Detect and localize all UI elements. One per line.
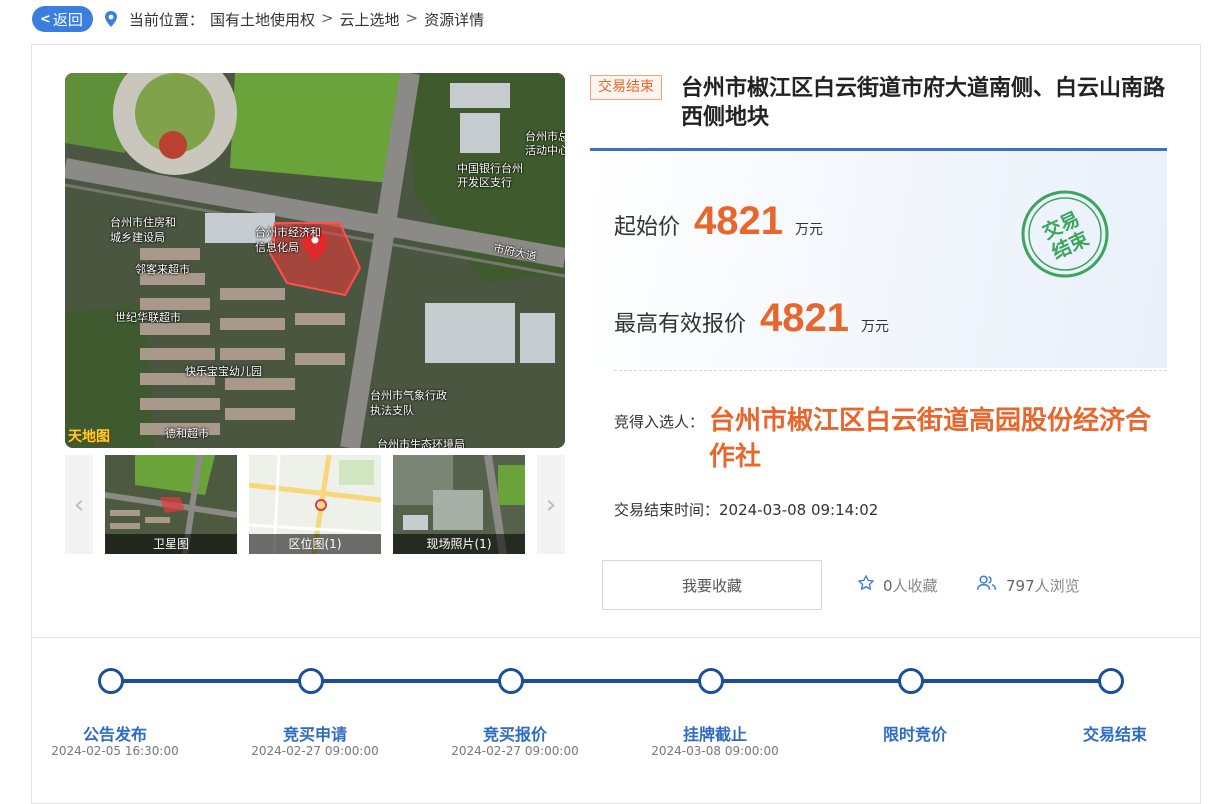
timeline-node <box>298 668 324 694</box>
favorites-stat: 0人收藏 <box>857 574 938 596</box>
winner-label: 竞得入选人： <box>614 413 705 431</box>
winner-name: 台州市椒江区白云街道高园股份经济合作社 <box>709 406 1152 472</box>
breadcrumb-item-cloud-site[interactable]: 云上选地 <box>340 9 400 30</box>
back-button[interactable]: < 返回 <box>32 6 93 32</box>
timeline-step-date: 2024-02-05 16:30:00 <box>51 744 179 758</box>
chevron-left-icon: ‹ <box>73 489 85 520</box>
breadcrumb-item-resource-detail[interactable]: 资源详情 <box>424 9 484 30</box>
map-label: 世纪华联超市 <box>115 311 181 324</box>
map-label: 中国银行台州 <box>457 162 523 175</box>
start-price-unit: 万元 <box>795 222 823 238</box>
location-prefix: 当前位置： <box>128 10 204 29</box>
thumbnail-satellite[interactable]: 卫星图 <box>105 455 237 554</box>
map-label: 活动中心 <box>525 144 565 157</box>
price-box: 起始价 4821 万元 最高有效报价 4821 万元 交易 结束 <box>590 148 1167 368</box>
timeline-track <box>111 679 1111 683</box>
map-label: 邻客来超市 <box>135 263 190 276</box>
panel-divider <box>31 637 1201 638</box>
dashed-divider <box>614 370 1167 371</box>
end-time: 交易结束时间：2024-03-08 09:14:02 <box>614 499 878 520</box>
timeline-node <box>698 668 724 694</box>
favorite-button[interactable]: 我要收藏 <box>602 560 822 610</box>
map-label: 台州市住房和 <box>110 216 176 229</box>
thumbnail-site-photo[interactable]: 现场照片(1) <box>393 455 525 554</box>
map-label: 快乐宝宝幼儿园 <box>185 365 262 378</box>
start-price-value: 4821 <box>694 199 783 243</box>
top-bid-value: 4821 <box>760 296 849 340</box>
chevron-right-icon: › <box>545 489 557 520</box>
thumbnail-caption: 区位图(1) <box>249 534 381 554</box>
star-icon <box>857 574 875 596</box>
timeline-step-label: 挂牌截止 <box>682 725 747 744</box>
timeline-step-label: 竞买申请 <box>282 725 347 744</box>
chevron-left-icon: < <box>40 11 51 27</box>
location-pin-icon <box>103 11 119 27</box>
map-label: 城乡建设局 <box>110 231 165 244</box>
timeline-step-date: 2024-02-27 09:00:00 <box>451 744 579 758</box>
map-label: 信息化局 <box>255 241 299 254</box>
map-label: 台州市生态环境局 <box>377 438 465 448</box>
favorites-count: 0 <box>883 576 893 595</box>
breadcrumb-separator: > <box>320 8 334 27</box>
start-price-row: 起始价 4821 万元 <box>614 199 823 244</box>
views-suffix: 人浏览 <box>1034 576 1080 595</box>
timeline-node <box>498 668 524 694</box>
breadcrumb: 当前位置： 国有土地使用权 > 云上选地 > 资源详情 <box>129 9 484 30</box>
breadcrumb-bar: < 返回 当前位置： 国有土地使用权 > 云上选地 > 资源详情 <box>32 6 484 32</box>
status-badge: 交易结束 <box>590 75 662 100</box>
map-label: 德和超市 <box>165 427 209 440</box>
page-title: 台州市椒江区白云街道市府大道南侧、白云山南路西侧地块 <box>681 76 1166 130</box>
thumbnail-strip: ‹ 卫星图 区位图(1) 现场照片(1) › <box>65 455 565 554</box>
top-bid-row: 最高有效报价 4821 万元 <box>614 296 889 341</box>
end-time-label: 交易结束时间： <box>614 501 720 519</box>
thumbnail-location-map[interactable]: 区位图(1) <box>249 455 381 554</box>
map-label: 台州市经济和 <box>255 226 321 239</box>
end-time-value: 2024-03-08 09:14:02 <box>719 501 879 519</box>
breadcrumb-separator: > <box>405 8 419 27</box>
map-label: 台州市总 <box>525 130 565 143</box>
users-icon <box>976 574 998 596</box>
timeline-step-label: 公告发布 <box>82 725 147 744</box>
map-label: 台州市气象行政 <box>370 389 447 402</box>
timeline-step-label: 交易结束 <box>1082 725 1147 744</box>
views-stat: 797人浏览 <box>976 574 1080 596</box>
back-button-label: 返回 <box>52 10 83 29</box>
top-bid-unit: 万元 <box>861 319 889 335</box>
thumbnail-caption: 卫星图 <box>105 534 237 554</box>
thumbnail-next-button[interactable]: › <box>537 455 565 554</box>
start-price-label: 起始价 <box>614 215 681 240</box>
map-label: 开发区支行 <box>457 176 512 189</box>
timeline-node <box>1098 668 1124 694</box>
trade-ended-stamp: 交易 结束 <box>1020 189 1110 279</box>
timeline-step-label: 限时竞价 <box>882 725 947 744</box>
map-watermark-logo: 天地图 <box>68 429 110 445</box>
timeline-node <box>898 668 924 694</box>
map-label: 执法支队 <box>370 404 414 417</box>
satellite-map[interactable]: 台州市住房和 城乡建设局 台州市经济和 信息化局 邻客来超市 世纪华联超市 快乐… <box>65 73 565 448</box>
timeline-node <box>98 668 124 694</box>
timeline-step-date: 2024-02-27 09:00:00 <box>251 744 379 758</box>
timeline-step-date: 2024-03-08 09:00:00 <box>651 744 779 758</box>
favorites-suffix: 人收藏 <box>892 576 938 595</box>
thumbnail-caption: 现场照片(1) <box>393 534 525 554</box>
thumbnail-prev-button[interactable]: ‹ <box>65 455 93 554</box>
timeline-step-label: 竞买报价 <box>482 725 547 744</box>
top-bid-label: 最高有效报价 <box>614 312 747 337</box>
breadcrumb-item-land-rights[interactable]: 国有土地使用权 <box>210 9 315 30</box>
views-count: 797 <box>1006 576 1035 595</box>
